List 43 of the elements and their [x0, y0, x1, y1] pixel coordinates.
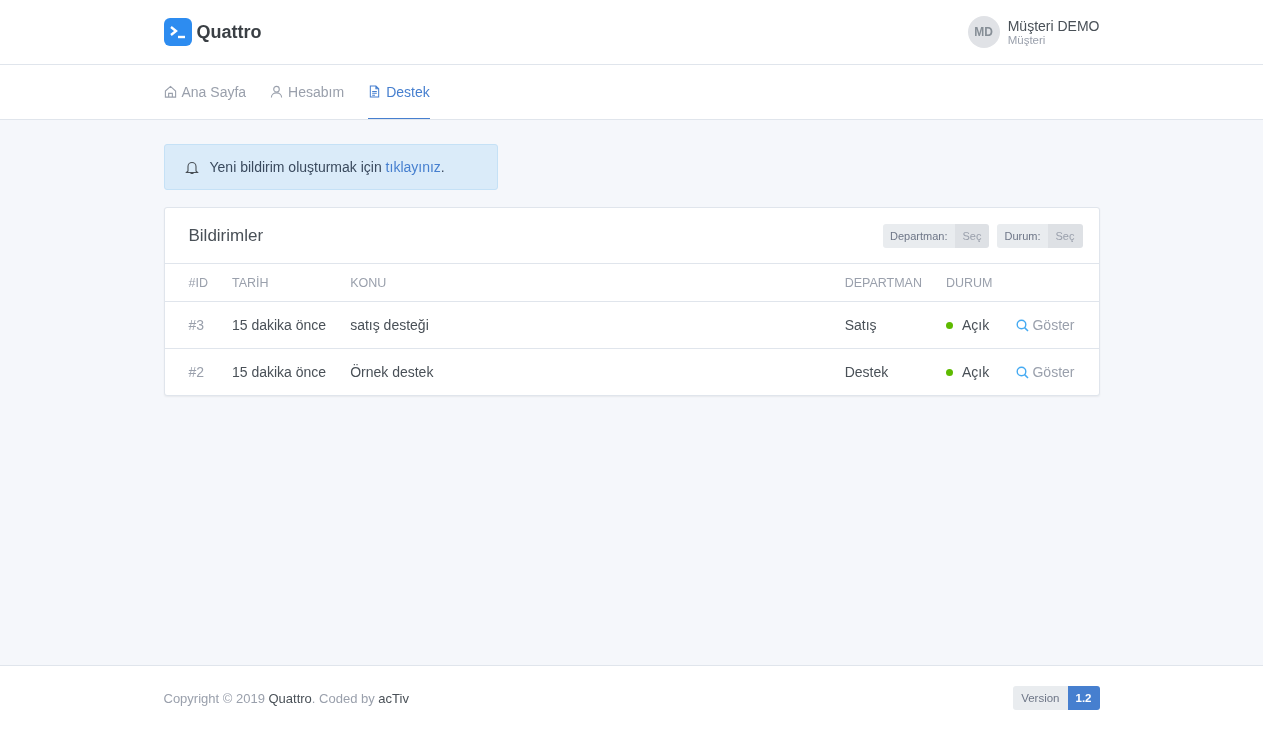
table-cell: Satış: [832, 301, 934, 349]
column-header: TARİH: [219, 264, 339, 302]
filter-select[interactable]: Seç: [1047, 223, 1083, 248]
user-avatar[interactable]: MD: [967, 16, 1000, 48]
column-header: #ID: [164, 264, 220, 302]
document-icon: [368, 85, 382, 98]
show-link[interactable]: Göster: [1016, 364, 1087, 380]
logo-icon: [163, 18, 192, 46]
user-icon: [270, 85, 284, 98]
user-role: Müşteri: [1007, 34, 1047, 46]
status-text: Açık: [961, 317, 990, 333]
version-label: Version: [1013, 686, 1068, 710]
search-icon: [1016, 318, 1030, 332]
bell-icon: [184, 159, 199, 175]
filter-label: Durum:: [997, 223, 1048, 248]
status-text: Açık: [961, 364, 990, 380]
table-cell: #3: [164, 301, 220, 349]
create-link[interactable]: tıklayınız: [385, 159, 441, 175]
copyright-text: Copyright © 2019 Quattro. Coded by acTiv: [163, 690, 409, 706]
nav-tab[interactable]: Destek: [368, 65, 430, 119]
show-link[interactable]: Göster: [1016, 317, 1087, 333]
filter-select[interactable]: Seç: [954, 223, 990, 248]
table-cell: Örnek destek: [338, 348, 833, 395]
nav-tab[interactable]: Hesabım: [270, 65, 345, 119]
column-header: DEPARTMAN: [832, 264, 934, 302]
table-cell: #2: [164, 348, 220, 395]
column-header: KONU: [338, 264, 833, 302]
table-cell: 15 dakika önce: [219, 301, 339, 349]
user-name: Müşteri DEMO: [1007, 18, 1100, 34]
version-badge: 1.2: [1067, 686, 1100, 710]
home-icon: [163, 85, 177, 98]
nav-tab[interactable]: Ana Sayfa: [163, 65, 247, 119]
brand-name[interactable]: Quattro: [196, 21, 262, 43]
search-icon: [1016, 365, 1030, 379]
column-header: DURUM: [933, 264, 1005, 302]
brand-link[interactable]: Quattro: [268, 690, 312, 706]
table-cell: 15 dakika önce: [219, 348, 339, 395]
table-cell: satış desteği: [338, 301, 833, 349]
table-cell: Destek: [832, 348, 934, 395]
alert-message: Yeni bildirim oluşturmak için tıklayınız.: [209, 159, 445, 175]
filter-label: Departman:: [883, 223, 955, 248]
author-link[interactable]: acTiv: [378, 690, 409, 706]
card-title: Bildirimler: [188, 225, 264, 246]
